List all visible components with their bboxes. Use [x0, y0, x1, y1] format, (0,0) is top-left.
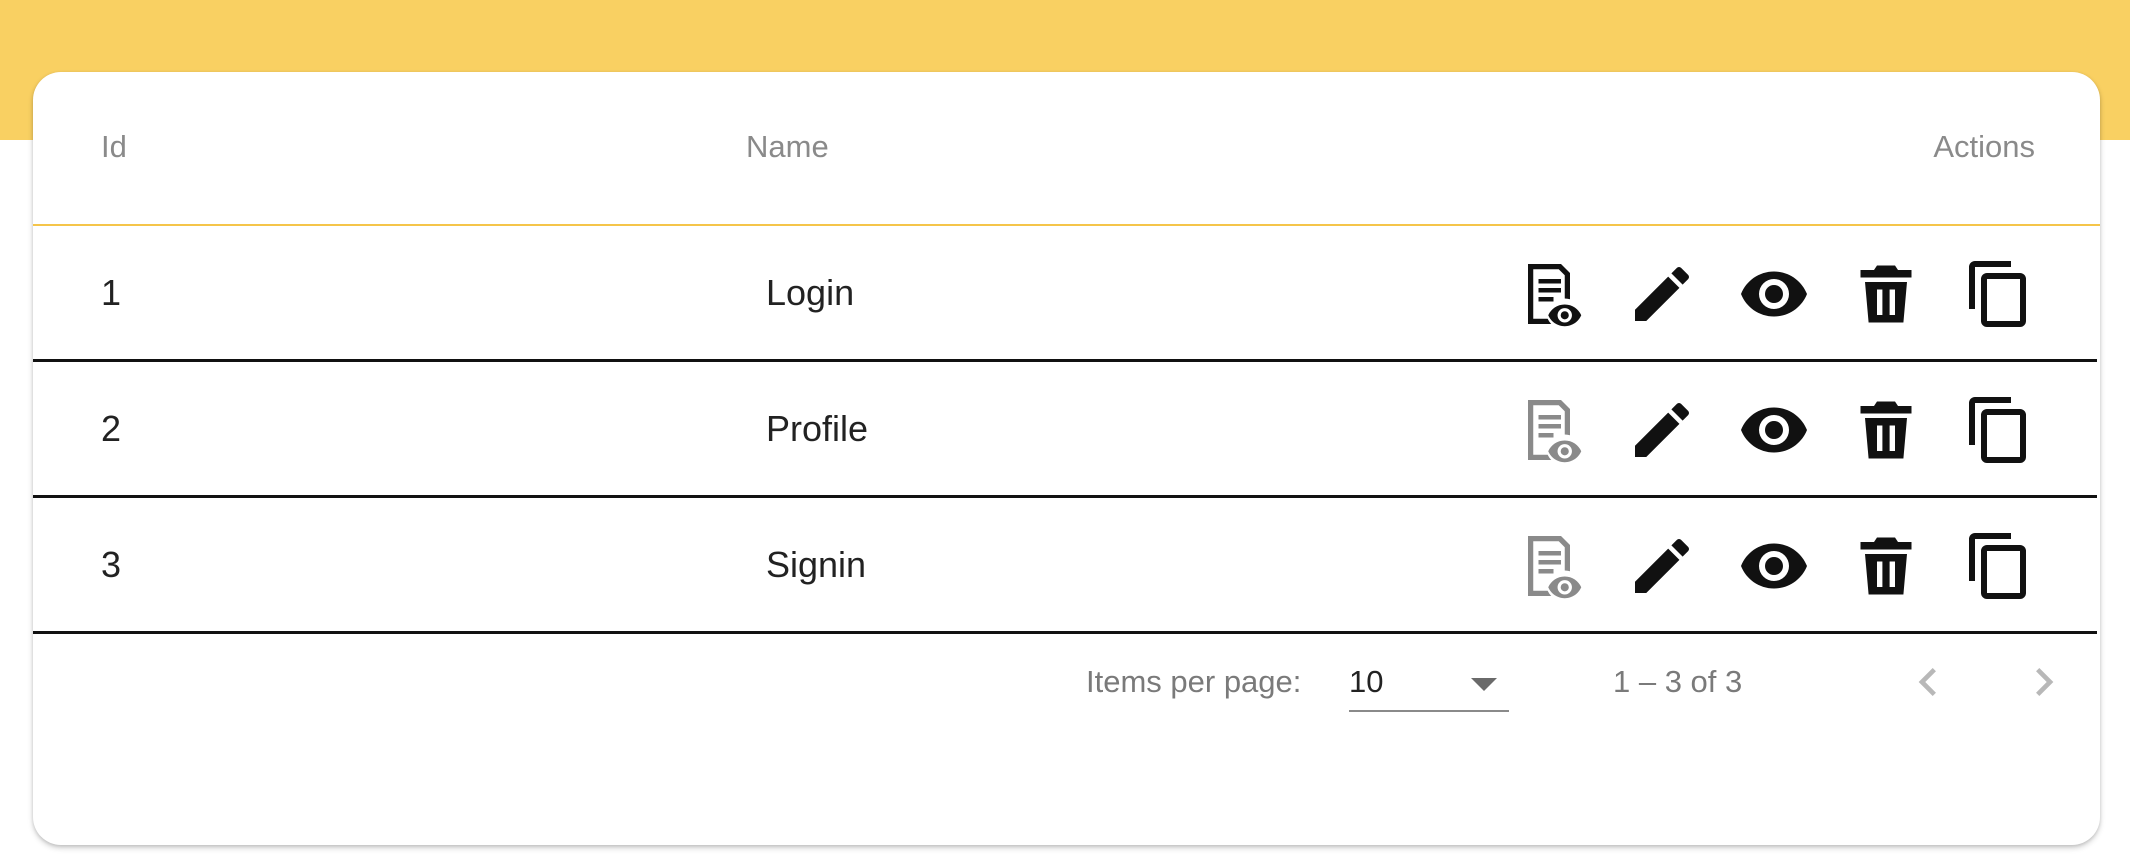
- preview-document-button[interactable]: [1513, 530, 1585, 602]
- copy-icon: [1969, 533, 2026, 599]
- chevron-left-icon: [1918, 668, 1936, 696]
- row-name-cell: Login: [766, 272, 855, 313]
- copy-button[interactable]: [1963, 530, 2035, 602]
- previous-page-button[interactable]: [1900, 654, 1956, 710]
- table-row: 2 Profile: [33, 362, 2097, 498]
- view-button[interactable]: [1738, 394, 1810, 466]
- column-header-id[interactable]: Id: [101, 72, 127, 222]
- preview-document-button[interactable]: [1513, 258, 1585, 330]
- delete-button[interactable]: [1850, 394, 1922, 466]
- edit-button[interactable]: [1626, 394, 1698, 466]
- view-button[interactable]: [1738, 258, 1810, 330]
- row-id-cell: 3: [101, 544, 122, 585]
- view-button[interactable]: [1738, 530, 1810, 602]
- row-id-cell: 1: [101, 272, 122, 313]
- items-per-page-value: 10: [1349, 664, 1384, 699]
- edit-button[interactable]: [1626, 258, 1698, 330]
- document-preview-icon: [1528, 536, 1582, 599]
- row-actions: [1513, 226, 2073, 359]
- row-id-cell: 2: [101, 408, 122, 449]
- next-page-button[interactable]: [2016, 654, 2072, 710]
- row-name-cell: Profile: [766, 408, 869, 449]
- delete-button[interactable]: [1850, 530, 1922, 602]
- column-header-actions: Actions: [1933, 129, 2035, 164]
- view-eye-icon: [1741, 543, 1807, 589]
- items-per-page-select[interactable]: 10: [1349, 654, 1509, 712]
- copy-icon: [1969, 397, 2026, 463]
- edit-button[interactable]: [1626, 530, 1698, 602]
- table-header-row: Id Name Actions: [33, 72, 2100, 226]
- delete-button[interactable]: [1850, 258, 1922, 330]
- copy-button[interactable]: [1963, 394, 2035, 466]
- table-row: 3 Signin: [33, 498, 2097, 634]
- row-name-cell: Signin: [766, 544, 867, 585]
- delete-trash-icon: [1860, 537, 1912, 595]
- table-card: Id Name Actions 1 Login 2 Profile 3 Sign…: [33, 72, 2100, 845]
- delete-trash-icon: [1860, 401, 1912, 459]
- row-actions: [1513, 362, 2073, 495]
- edit-pencil-icon: [1635, 266, 1690, 321]
- row-actions: [1513, 498, 2073, 631]
- copy-icon: [1969, 261, 2026, 327]
- delete-trash-icon: [1860, 265, 1912, 323]
- edit-pencil-icon: [1635, 538, 1690, 593]
- document-preview-icon: [1528, 400, 1582, 463]
- preview-document-button[interactable]: [1513, 394, 1585, 466]
- document-preview-icon: [1528, 264, 1582, 327]
- edit-pencil-icon: [1635, 402, 1690, 457]
- copy-button[interactable]: [1963, 258, 2035, 330]
- view-eye-icon: [1741, 271, 1807, 317]
- items-per-page-label: Items per page:: [1086, 664, 1302, 699]
- view-eye-icon: [1741, 407, 1807, 453]
- chevron-right-icon: [2036, 668, 2054, 696]
- table-row: 1 Login: [33, 226, 2097, 362]
- column-header-name[interactable]: Name: [746, 72, 829, 222]
- paginator: Items per page: 10 1 – 3 of 3: [33, 632, 2100, 732]
- dropdown-arrow-icon: [1471, 678, 1497, 691]
- page-range-label: 1 – 3 of 3: [1613, 664, 1743, 699]
